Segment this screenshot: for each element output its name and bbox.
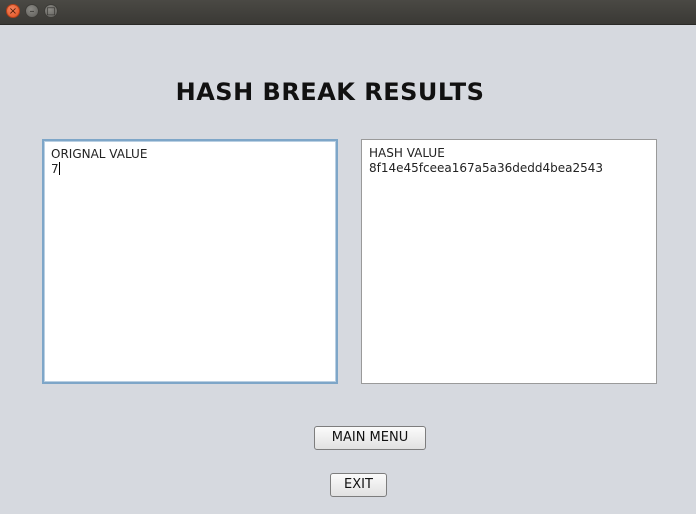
maximize-icon[interactable]: □ bbox=[44, 4, 58, 18]
original-value-label: ORIGNAL VALUE bbox=[51, 147, 148, 161]
main-menu-button[interactable]: MAIN MENU bbox=[314, 426, 426, 450]
page-title: HASH BREAK RESULTS bbox=[175, 78, 485, 106]
text-caret bbox=[58, 162, 60, 175]
hash-value-text: 8f14e45fceea167a5a36dedd4bea2543 bbox=[369, 161, 603, 175]
exit-button[interactable]: EXIT bbox=[330, 473, 387, 497]
hash-value-label: HASH VALUE bbox=[369, 146, 445, 160]
original-value-textarea[interactable]: ORIGNAL VALUE 7 bbox=[42, 139, 338, 384]
original-value-text: 7 bbox=[51, 162, 59, 176]
window-titlebar: × – □ bbox=[0, 0, 696, 25]
hash-value-textarea[interactable]: HASH VALUE 8f14e45fceea167a5a36dedd4bea2… bbox=[361, 139, 657, 384]
minimize-icon[interactable]: – bbox=[25, 4, 39, 18]
close-icon[interactable]: × bbox=[6, 4, 20, 18]
